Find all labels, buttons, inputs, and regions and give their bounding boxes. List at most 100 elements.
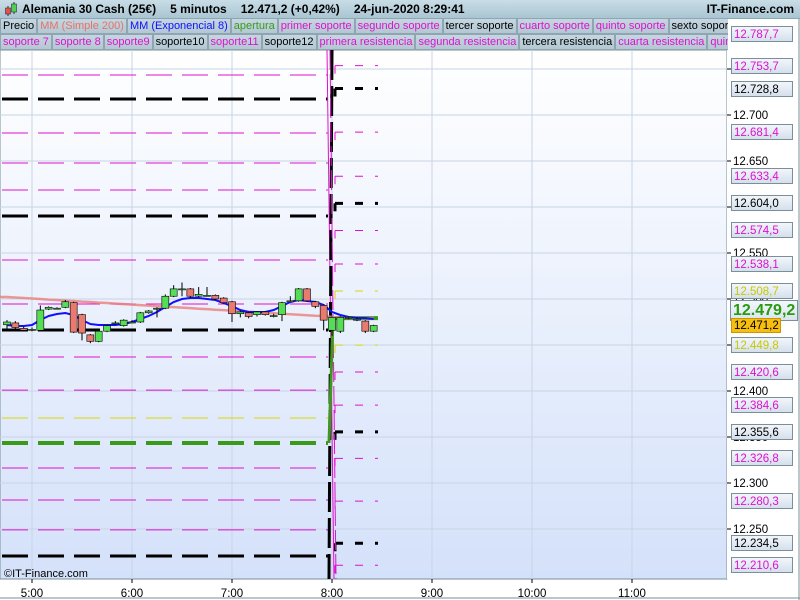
candle[interactable] [211,294,220,300]
x-tick-label: 6:00 [121,588,143,600]
candle-body-up [136,312,145,323]
candle-body-up [161,295,170,309]
x-tick-label: 10:00 [518,588,547,600]
price-chart[interactable]: 12.75012.70012.65012.60012.55012.50012.4… [0,0,800,600]
legend-item[interactable]: soporte 8 [51,34,104,50]
legend-item[interactable]: MM (Simple 200) [37,18,127,34]
legend-item[interactable]: primer soporte [277,18,355,34]
candle[interactable] [161,294,170,310]
candle-body-up [336,317,345,332]
level-price-label: 12.574,5 [731,222,793,239]
candle-body-up [53,307,61,310]
legend-item[interactable]: MM (Exponencial 8) [126,18,231,34]
level-price-label: 12.326,8 [731,450,793,467]
candle[interactable] [303,287,311,302]
legend-item[interactable]: tercera resistencia [519,34,616,50]
candle[interactable] [136,311,145,323]
candle-body-down [78,314,86,334]
legend-item[interactable]: apertura [230,18,278,34]
legend-item[interactable]: primera resistencia [316,34,416,50]
legend-item[interactable]: quinta resistencia [707,34,728,50]
legend-item[interactable]: soporte 7 [0,34,52,50]
legend-row-2: soporte 7 soporte 8 soporte9 soporte10 sopor… [0,34,728,50]
candle[interactable] [369,324,378,333]
candle-body-up [328,317,336,331]
candle-body-down [219,297,228,303]
timeframe[interactable]: 5 minutos [170,2,227,16]
candle[interactable] [69,301,78,334]
y-tick-label: 12.250 [733,524,768,536]
y-tick-label: 12.700 [733,110,768,122]
level-price-label: 12.728,8 [731,80,793,97]
candle[interactable] [94,330,103,343]
candle-body-up [203,295,211,297]
candle-body-up [253,311,261,315]
candle-body-down [19,328,28,331]
candle-body-down [303,288,311,302]
legend-item[interactable]: soporte9 [103,34,153,50]
candle-body-up [269,315,278,317]
candle-body-up [353,318,361,321]
copyright: ©IT-Finance.com [4,568,88,580]
legend-item[interactable]: quinto soporte [592,18,669,34]
legend-item[interactable]: soporte11 [207,34,262,50]
datetime: 24-jun-2020 8:29:41 [353,2,465,16]
last-price-label: 12.471,2 [731,318,781,333]
candle[interactable] [219,297,228,304]
level-price-label: 12.355,6 [731,423,793,440]
candle-body-up [28,329,36,331]
candle-body-down [311,301,320,307]
title-bar: Alemania 30 Cash (25€) 5 minutos 12.471,… [0,0,800,19]
level-price-label: 12.384,6 [731,397,793,414]
candle-body-down [361,320,370,332]
legend-item[interactable]: sexto soporte [668,18,728,34]
level-price-label: 12.538,1 [731,255,793,272]
brand-label: IT-Finance.com [706,2,794,16]
candle-body-up [153,307,161,310]
candle-body-up [111,322,120,325]
level-price-label: 12.234,5 [731,535,793,552]
level-price-label: 12.681,4 [731,124,793,141]
candle[interactable] [294,287,303,302]
candle[interactable] [119,319,128,327]
candle-body-up [36,309,45,331]
candle-body-down [86,334,95,342]
candle-body-down [69,302,78,333]
price-change: 12.471,2 (+0,42%) [240,2,340,16]
plot-area [0,49,728,580]
level-price-label: 12.753,7 [731,57,793,74]
candle[interactable] [103,324,111,333]
legend-item[interactable]: soporte10 [152,34,208,50]
candle-body-up [236,311,245,315]
legend-item[interactable]: tercer soporte [442,18,517,34]
candle-body-up [44,306,53,310]
candle-body-up [61,301,70,308]
instrument-name: Alemania 30 Cash (25€) [22,2,157,16]
candle-body-up [94,330,103,342]
legend-item[interactable]: cuarto soporte [516,18,593,34]
candle[interactable] [336,316,345,334]
level-price-label: 12.280,3 [731,493,793,510]
legend-item[interactable]: segunda resistencia [415,34,520,50]
candle-body-down [186,288,195,297]
legend-item[interactable]: cuarta resistencia [615,34,708,50]
level-price-label: 12.604,0 [731,195,793,212]
candlestick-logo-icon [4,2,18,16]
legend-item[interactable]: segundo soporte [354,18,443,34]
candle-body-down [261,311,270,315]
legend-item[interactable]: soporte12 [261,34,317,50]
candle-body-up [194,294,203,297]
candle-body-up [344,317,353,319]
legend-item[interactable]: Precio [0,18,38,34]
candle-body-down [228,301,236,315]
candle[interactable] [361,320,370,334]
candle[interactable] [261,310,270,316]
candle-body-up [3,321,11,326]
level-price-label: 12.787,7 [731,26,793,43]
candle-body-up [103,325,111,332]
level-price-label: 12.508,7 [731,282,793,299]
candle-body-down [319,305,328,321]
level-price-label: 12.449,8 [731,337,793,354]
candle-body-up [128,321,136,324]
candle-body-up [119,319,128,326]
